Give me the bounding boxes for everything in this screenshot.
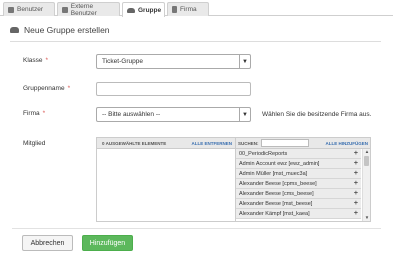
available-panel: SUCHEN: ALLE HINZUFÜGEN 00_PeriodicRepor… [236, 138, 370, 221]
plus-icon[interactable]: + [354, 190, 358, 197]
add-all-link[interactable]: ALLE HINZUFÜGEN [326, 141, 369, 146]
user-icon [62, 6, 68, 13]
scroll-down-icon[interactable]: ▼ [363, 215, 371, 221]
available-list: 00_PeriodicReports + Admin Account ewz [e… [236, 149, 361, 221]
tab-gruppe-label: Gruppe [138, 6, 162, 14]
gruppenname-input[interactable] [96, 82, 251, 96]
list-item[interactable]: Alexander Beese [cpms_beese] + [236, 179, 361, 189]
list-item[interactable]: Alexander Beese [cms_beese] + [236, 189, 361, 199]
building-icon [172, 6, 177, 13]
selected-panel: 0 AUSGEWÄHLTE ELEMENTE ALLE ENTFERNEN [97, 138, 236, 221]
plus-icon[interactable]: + [354, 160, 358, 167]
list-item[interactable]: Admin Müller [mst_muec3a] + [236, 169, 361, 179]
selected-panel-header: 0 AUSGEWÄHLTE ELEMENTE ALLE ENTFERNEN [97, 138, 235, 149]
cancel-button[interactable]: Abbrechen [22, 235, 73, 251]
chevron-down-icon: ▼ [239, 108, 250, 121]
tab-externe-benutzer[interactable]: Externe Benutzer [57, 2, 120, 17]
plus-icon[interactable]: + [354, 150, 358, 157]
klasse-select[interactable]: Ticket-Gruppe ▼ [96, 54, 251, 69]
group-icon [127, 7, 135, 13]
add-button[interactable]: Hinzufügen [82, 235, 133, 251]
plus-icon[interactable]: + [354, 200, 358, 207]
klasse-label: Klasse * [23, 57, 49, 64]
selected-count: 0 AUSGEWÄHLTE ELEMENTE [102, 140, 167, 146]
gruppenname-label: Gruppenname * [23, 85, 71, 92]
tab-benutzer[interactable]: Benutzer [3, 2, 55, 16]
scrollbar[interactable]: ▲ ▼ [362, 149, 370, 221]
plus-icon[interactable]: + [354, 180, 358, 187]
divider [10, 41, 381, 42]
firma-select-value: -- Bitte auswählen -- [102, 111, 161, 118]
scrollbar-thumb[interactable] [364, 156, 369, 166]
search-input[interactable] [260, 139, 309, 147]
user-icon [8, 6, 14, 13]
page-title-text: Neue Gruppe erstellen [24, 25, 110, 35]
chevron-down-icon: ▼ [239, 55, 250, 68]
member-multiselect: 0 AUSGEWÄHLTE ELEMENTE ALLE ENTFERNEN SU… [96, 137, 371, 222]
firma-label: Firma * [23, 110, 46, 117]
list-item[interactable]: Alexander Kämpf [mst_kaea] + [236, 209, 361, 219]
plus-icon[interactable]: + [354, 170, 358, 177]
available-panel-header: SUCHEN: ALLE HINZUFÜGEN [236, 138, 370, 149]
group-icon [10, 27, 19, 33]
list-item[interactable]: Admin Account ewz [ewz_admin] + [236, 159, 361, 169]
klasse-select-value: Ticket-Gruppe [102, 58, 143, 65]
remove-all-link[interactable]: ALLE ENTFERNEN [192, 141, 233, 146]
tab-gruppe[interactable]: Gruppe [122, 2, 165, 17]
page-title: Neue Gruppe erstellen [10, 25, 110, 35]
button-bar: Abbrechen Hinzufügen [12, 228, 381, 254]
firma-select[interactable]: -- Bitte auswählen -- ▼ [96, 107, 251, 122]
mitglied-label: Mitglied [23, 140, 46, 147]
firma-hint: Wählen Sie die besitzende Firma aus. [262, 111, 372, 118]
list-item[interactable]: 00_PeriodicReports + [236, 149, 361, 159]
scroll-up-icon[interactable]: ▲ [363, 149, 371, 155]
tab-firma-label: Firma [180, 6, 197, 13]
tab-externe-benutzer-label: Externe Benutzer [70, 2, 97, 17]
plus-icon[interactable]: + [354, 210, 358, 217]
search-label: SUCHEN: [238, 140, 259, 146]
tab-bar: Benutzer Externe Benutzer Gruppe Firma [0, 0, 393, 17]
list-item[interactable]: Alexander Beese [mst_beese] + [236, 199, 361, 209]
tab-firma[interactable]: Firma [167, 2, 209, 16]
tab-benutzer-label: Benutzer [17, 6, 44, 13]
